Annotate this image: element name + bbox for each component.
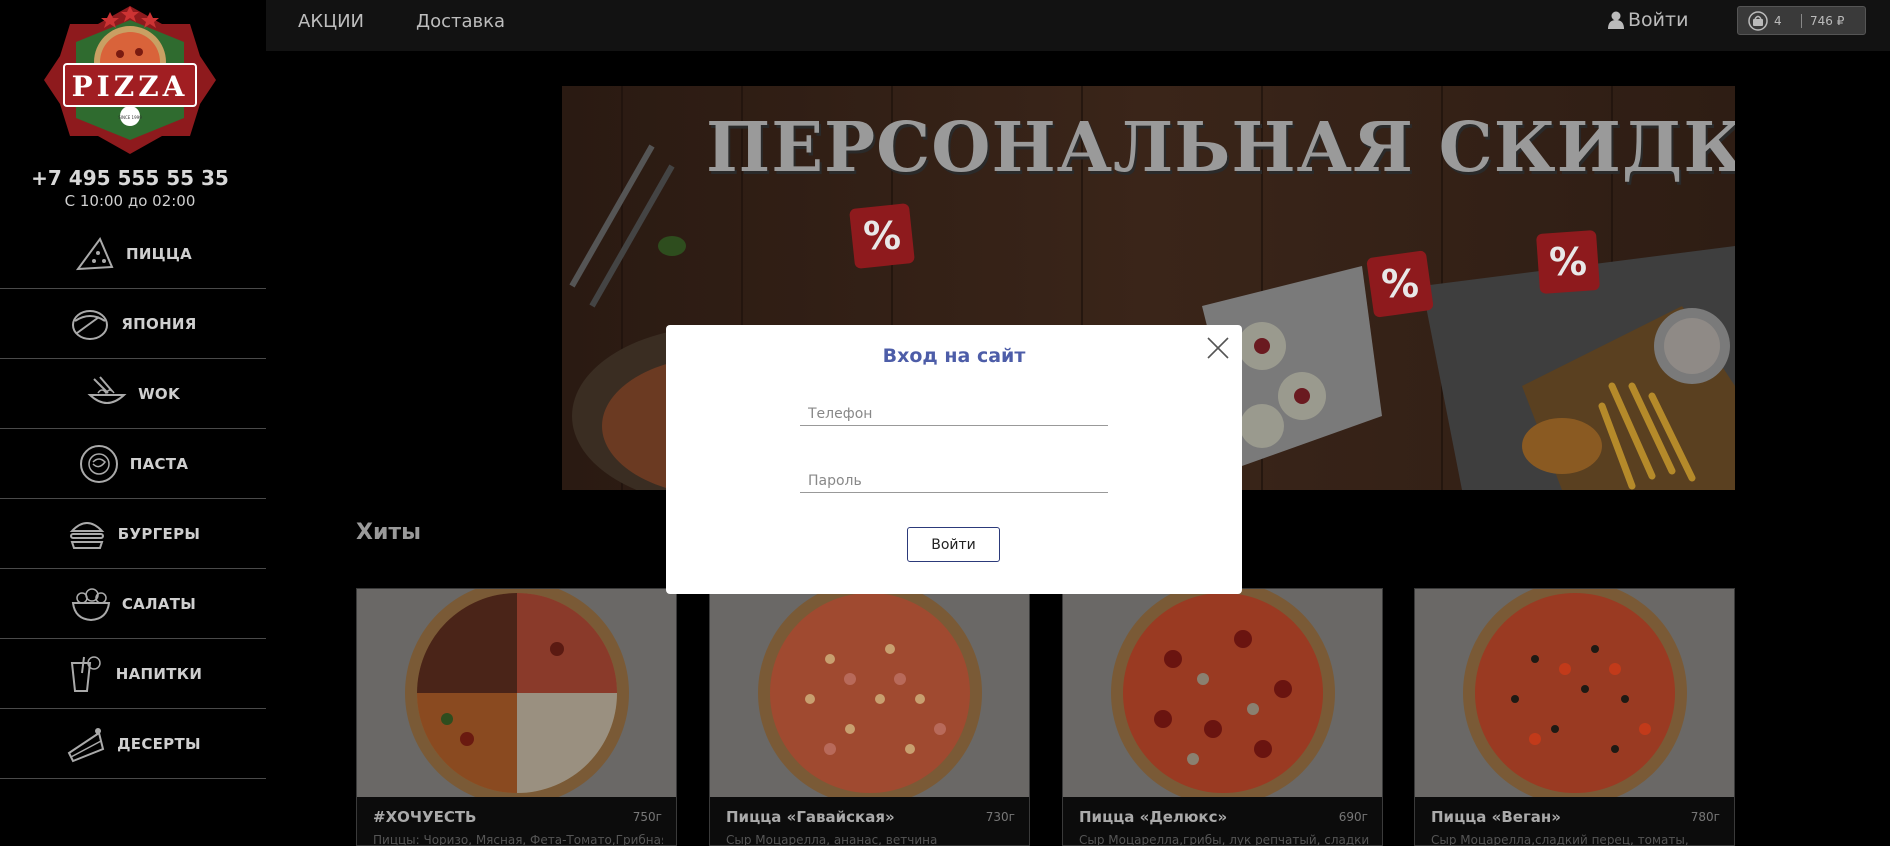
pizza-logo[interactable]: PIZZA SINCE 1999 [44, 2, 216, 158]
product-image [1415, 589, 1734, 797]
menu-label: БУРГЕРЫ [117, 524, 201, 543]
login-modal: Вход на сайт Войти [666, 325, 1242, 594]
discount-badge: % [1381, 262, 1419, 306]
menu-item-drinks[interactable]: НАПИТКИ [0, 639, 266, 709]
product-card[interactable]: Пицца «Делюкс» 690г Сыр Моцарелла,грибы,… [1062, 588, 1383, 846]
salad-bowl-icon [71, 587, 110, 621]
password-input[interactable] [800, 470, 1108, 493]
menu-label: ПИЦЦА [125, 244, 193, 263]
menu-label: НАПИТКИ [115, 664, 203, 683]
menu-item-wok[interactable]: WOK [0, 359, 266, 429]
sushi-icon [72, 309, 109, 340]
sidebar: PIZZA SINCE 1999 +7 495 555 55 35 С 10:0… [0, 0, 266, 846]
product-image [357, 589, 676, 797]
product-description: Сыр Моцарелла,грибы, лук репчатый, сладк… [1079, 833, 1369, 846]
product-description: Сыр Моцарелла, ананас, ветчина [726, 833, 938, 846]
product-weight: 730г [985, 810, 1015, 824]
section-title: Хиты [356, 520, 422, 545]
menu-item-salads[interactable]: САЛАТЫ [0, 569, 266, 639]
product-image [710, 589, 1029, 797]
menu-item-pasta[interactable]: ПАСТА [0, 429, 266, 499]
product-image [1063, 589, 1382, 797]
cart-count: 4 [1774, 13, 1802, 28]
discount-badge: % [1549, 240, 1587, 284]
product-name: Пицца «Веган» [1431, 808, 1561, 826]
nav-link-promotions[interactable]: АКЦИИ [298, 11, 364, 32]
cart-sum: 746 ₽ [1810, 13, 1845, 28]
product-name: Пицца «Делюкс» [1079, 808, 1228, 826]
menu-label: ЯПОНИЯ [121, 314, 197, 333]
discount-badge: % [863, 214, 901, 258]
product-card[interactable]: Пицца «Гавайская» 730г Сыр Моцарелла, ан… [709, 588, 1030, 846]
banner-title: ПЕРСОНАЛЬНАЯ СКИДКА [706, 108, 1735, 188]
menu-item-pizza[interactable]: ПИЦЦА [0, 219, 266, 289]
product-name: Пицца «Гавайская» [726, 808, 895, 826]
menu-label: ДЕСЕРТЫ [117, 734, 201, 753]
burger-icon [69, 521, 105, 549]
drink-glass-icon [70, 655, 101, 692]
cake-slice-icon [67, 727, 105, 762]
modal-title: Вход на сайт [882, 345, 1026, 367]
phone-input[interactable] [800, 403, 1108, 426]
menu-label: ПАСТА [129, 454, 189, 473]
cart-button[interactable]: 4 746 ₽ [1737, 6, 1866, 35]
product-weight: 780г [1690, 810, 1720, 824]
product-name: #ХОЧУЕСТЬ [373, 808, 477, 826]
product-weight: 750г [632, 810, 662, 824]
phone-number[interactable]: +7 495 555 55 35 [0, 166, 260, 190]
working-hours: С 10:00 до 02:00 [64, 192, 196, 210]
logo-text: PIZZA [72, 70, 189, 103]
login-link[interactable]: Войти [1608, 9, 1688, 31]
product-description: Пиццы: Чоризо, Мясная, Фета-Томато,Грибн… [373, 833, 663, 846]
category-menu: ПИЦЦА ЯПОНИЯ WOK ПАСТА БУРГЕРЫ САЛАТЫ НА… [0, 219, 266, 779]
basket-icon [1748, 10, 1768, 31]
close-icon[interactable] [1205, 335, 1231, 361]
nav-link-delivery[interactable]: Доставка [416, 11, 505, 32]
product-description: Сыр Моцарелла,сладкий перец, томаты, [1431, 833, 1689, 846]
wok-noodles-icon [87, 375, 127, 404]
logo-since: SINCE 1999 [118, 115, 142, 120]
pasta-plate-icon [79, 444, 118, 483]
user-icon [1608, 11, 1624, 29]
product-card[interactable]: #ХОЧУЕСТЬ 750г Пиццы: Чоризо, Мясная, Фе… [356, 588, 677, 846]
menu-item-desserts[interactable]: ДЕСЕРТЫ [0, 709, 266, 779]
login-submit-button[interactable]: Войти [907, 527, 1000, 562]
login-label: Войти [1628, 9, 1689, 31]
product-card[interactable]: Пицца «Веган» 780г Сыр Моцарелла,сладкий… [1414, 588, 1735, 846]
pizza-slice-icon [75, 236, 114, 270]
menu-item-japan[interactable]: ЯПОНИЯ [0, 289, 266, 359]
menu-label: WOK [138, 384, 180, 403]
menu-item-burgers[interactable]: БУРГЕРЫ [0, 499, 266, 569]
menu-label: САЛАТЫ [121, 594, 197, 613]
top-bar: АКЦИИ Доставка Войти 4 746 ₽ [266, 0, 1890, 51]
product-weight: 690г [1338, 810, 1368, 824]
